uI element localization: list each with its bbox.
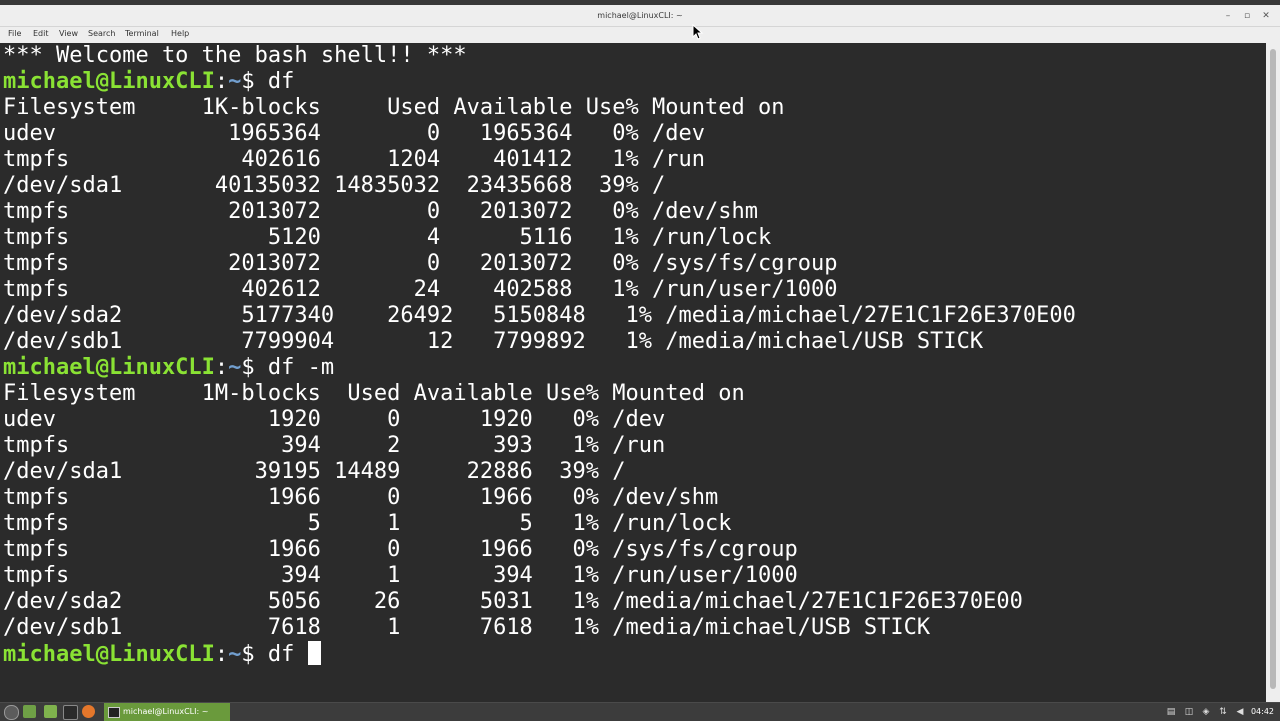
volume-icon[interactable]: ◀	[1235, 707, 1245, 717]
terminal-text: tmpfs 5120 4 5116 1% /run/lock	[3, 225, 772, 250]
terminal-line: Filesystem 1M-blocks Used Available Use%…	[3, 381, 1076, 407]
terminal-text: tmpfs 5 1 5 1% /run/lock	[3, 511, 732, 536]
terminal-lines: *** Welcome to the bash shell!! *** micha…	[3, 43, 1076, 667]
terminal-text: $ df -m	[241, 355, 335, 380]
terminal-line: tmpfs 1966 0 1966 0% /sys/fs/cgroup	[3, 537, 1076, 563]
taskbar-window-label: michael@LinuxCLI: ~	[123, 707, 209, 716]
terminal-text: /dev/sdb1 7618 1 7618 1% /media/michael/…	[3, 615, 931, 640]
menu-terminal[interactable]: Terminal	[125, 28, 159, 40]
show-desktop-icon[interactable]	[23, 705, 36, 718]
terminal-text: $ df	[241, 69, 295, 94]
terminal-text: tmpfs 1966 0 1966 0% /dev/shm	[3, 485, 719, 510]
clock[interactable]: 04:42	[1251, 703, 1274, 721]
terminal-line: /dev/sdb1 7799904 12 7799892 1% /media/m…	[3, 329, 1076, 355]
taskbar-window-terminal[interactable]: michael@LinuxCLI: ~	[104, 703, 230, 721]
terminal-text: /dev/sda1 39195 14489 22886 39% /	[3, 459, 626, 484]
scrollbar-thumb[interactable]	[1270, 49, 1276, 689]
firefox-icon[interactable]	[82, 705, 95, 718]
window-title: michael@LinuxCLI: ~	[597, 11, 683, 20]
terminal-line: michael@LinuxCLI:~$ df -m	[3, 355, 1076, 381]
terminal-text: Filesystem 1M-blocks Used Available Use%…	[3, 381, 745, 406]
taskbar: michael@LinuxCLI: ~ ▤ ◫ ◈ ⇅ ◀ 04:42	[0, 702, 1280, 721]
terminal-text: tmpfs 2013072 0 2013072 0% /sys/fs/cgrou…	[3, 251, 838, 276]
terminal-text: udev 1920 0 1920 0% /dev	[3, 407, 666, 432]
terminal-line: michael@LinuxCLI:~$ df	[3, 69, 1076, 95]
prompt-separator: :	[214, 642, 229, 667]
terminal-line: tmpfs 1966 0 1966 0% /dev/shm	[3, 485, 1076, 511]
mouse-pointer-icon	[692, 24, 704, 40]
titlebar-accent	[0, 0, 1280, 5]
terminal-text: /dev/sda2 5177340 26492 5150848 1% /medi…	[3, 303, 1076, 328]
terminal-line: tmpfs 402612 24 402588 1% /run/user/1000	[3, 277, 1076, 303]
text-cursor	[307, 641, 321, 665]
terminal-line: *** Welcome to the bash shell!! ***	[3, 43, 1076, 69]
terminal-line: udev 1920 0 1920 0% /dev	[3, 407, 1076, 433]
terminal-window: michael@LinuxCLI: ~ – ▫ ✕ File Edit View…	[0, 0, 1280, 702]
prompt-separator: :	[214, 69, 229, 94]
terminal-text: udev 1965364 0 1965364 0% /dev	[3, 121, 705, 146]
terminal-output[interactable]: *** Welcome to the bash shell!! *** micha…	[0, 43, 1266, 702]
terminal-line: tmpfs 2013072 0 2013072 0% /dev/shm	[3, 199, 1076, 225]
menu-help[interactable]: Help	[171, 28, 189, 40]
prompt-user-host: michael@LinuxCLI	[3, 642, 215, 667]
terminal-line: Filesystem 1K-blocks Used Available Use%…	[3, 95, 1076, 121]
terminal-line: michael@LinuxCLI:~$ df	[3, 641, 1076, 667]
terminal-text: $ df	[241, 642, 308, 667]
menu-search[interactable]: Search	[88, 28, 115, 40]
clipboard-icon[interactable]: ▤	[1166, 707, 1176, 717]
terminal-line: /dev/sda1 40135032 14835032 23435668 39%…	[3, 173, 1076, 199]
terminal-launcher-icon[interactable]	[63, 705, 78, 720]
prompt-path: ~	[228, 355, 242, 380]
shield-icon[interactable]: ◈	[1201, 707, 1211, 717]
terminal-text: tmpfs 402612 24 402588 1% /run/user/1000	[3, 277, 838, 302]
prompt-user-host: michael@LinuxCLI	[3, 355, 215, 380]
prompt-user-host: michael@LinuxCLI	[3, 69, 215, 94]
network-icon[interactable]: ⇅	[1218, 707, 1228, 717]
terminal-line: tmpfs 5120 4 5116 1% /run/lock	[3, 225, 1076, 251]
terminal-line: /dev/sda2 5056 26 5031 1% /media/michael…	[3, 589, 1076, 615]
terminal-text: /dev/sda2 5056 26 5031 1% /media/michael…	[3, 589, 1023, 614]
menu-launcher-icon[interactable]	[4, 705, 19, 720]
terminal-line: tmpfs 402616 1204 401412 1% /run	[3, 147, 1076, 173]
terminal-line: tmpfs 5 1 5 1% /run/lock	[3, 511, 1076, 537]
title-bar[interactable]: michael@LinuxCLI: ~ – ▫ ✕	[0, 0, 1280, 27]
update-manager-icon[interactable]: ◫	[1184, 707, 1194, 717]
scrollbar[interactable]	[1266, 43, 1280, 702]
terminal-text: *** Welcome to the bash shell!! ***	[3, 43, 467, 68]
terminal-line: udev 1965364 0 1965364 0% /dev	[3, 121, 1076, 147]
terminal-text: tmpfs 394 2 393 1% /run	[3, 433, 666, 458]
terminal-text: tmpfs 1966 0 1966 0% /sys/fs/cgroup	[3, 537, 798, 562]
close-button[interactable]: ✕	[1260, 10, 1272, 22]
prompt-separator: :	[214, 355, 229, 380]
file-manager-icon[interactable]	[44, 705, 57, 718]
prompt-path: ~	[228, 69, 242, 94]
terminal-text: /dev/sda1 40135032 14835032 23435668 39%…	[3, 173, 666, 198]
menu-bar: File Edit View Search Terminal Help	[0, 27, 1280, 43]
terminal-text: /dev/sdb1 7799904 12 7799892 1% /media/m…	[3, 329, 984, 354]
menu-file[interactable]: File	[8, 28, 21, 40]
minimize-button[interactable]: –	[1222, 10, 1234, 22]
prompt-path: ~	[228, 642, 242, 667]
terminal-text: tmpfs 394 1 394 1% /run/user/1000	[3, 563, 798, 588]
terminal-line: tmpfs 2013072 0 2013072 0% /sys/fs/cgrou…	[3, 251, 1076, 277]
terminal-icon	[108, 707, 120, 718]
terminal-line: tmpfs 394 1 394 1% /run/user/1000	[3, 563, 1076, 589]
maximize-button[interactable]: ▫	[1241, 10, 1253, 22]
terminal-text: tmpfs 2013072 0 2013072 0% /dev/shm	[3, 199, 758, 224]
terminal-line: /dev/sda1 39195 14489 22886 39% /	[3, 459, 1076, 485]
terminal-line: tmpfs 394 2 393 1% /run	[3, 433, 1076, 459]
menu-edit[interactable]: Edit	[33, 28, 49, 40]
menu-view[interactable]: View	[59, 28, 78, 40]
terminal-text: tmpfs 402616 1204 401412 1% /run	[3, 147, 705, 172]
terminal-line: /dev/sdb1 7618 1 7618 1% /media/michael/…	[3, 615, 1076, 641]
terminal-text: Filesystem 1K-blocks Used Available Use%…	[3, 95, 785, 120]
terminal-line: /dev/sda2 5177340 26492 5150848 1% /medi…	[3, 303, 1076, 329]
